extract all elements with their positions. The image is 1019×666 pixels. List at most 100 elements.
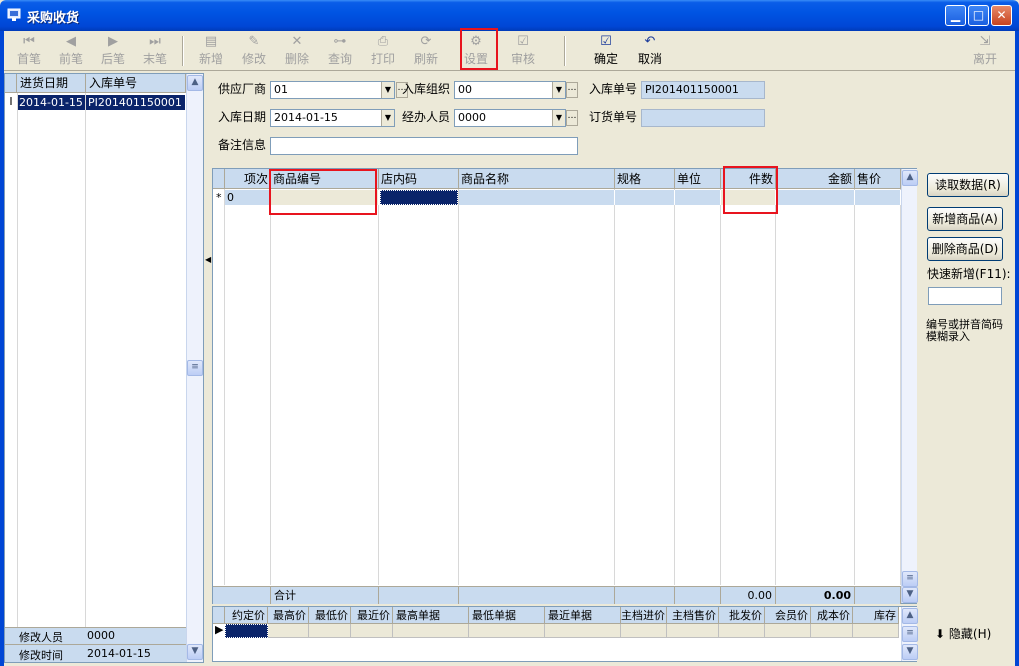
org-select[interactable]: 00 ▼ — [454, 81, 566, 99]
collapse-arrow-icon[interactable]: ◀ — [205, 255, 211, 264]
scroll-up-icon[interactable]: ▲ — [187, 75, 203, 91]
col-header-price[interactable]: 售价 — [855, 169, 901, 189]
remark-label: 备注信息 — [218, 138, 267, 152]
col-header-max-price[interactable]: 最高价 — [268, 607, 309, 624]
dropdown-arrow-icon[interactable]: ▼ — [552, 110, 565, 126]
col-header-member-price[interactable]: 会员价 — [765, 607, 811, 624]
dropdown-arrow-icon[interactable]: ▼ — [552, 82, 565, 98]
list-scrollbar[interactable]: ▲ ≡ ▼ — [186, 74, 203, 662]
cell-wholesale[interactable] — [719, 624, 765, 638]
first-record-button[interactable]: ⏮ 首笔 — [8, 34, 50, 68]
col-header-product-name[interactable]: 商品名称 — [459, 169, 615, 189]
grid-scrollbar[interactable]: ▲ ≡ ▼ — [901, 169, 918, 603]
col-header-item-no[interactable]: 项次 — [225, 169, 271, 189]
cell-agreed-price[interactable] — [225, 624, 268, 638]
cell-amount[interactable] — [776, 190, 855, 205]
delete-button[interactable]: ✕ 删除 — [276, 34, 318, 68]
col-header-unit[interactable]: 单位 — [675, 169, 721, 189]
receipt-form: 供应厂商 01 ▼ … 入库组织 00 ▼ … 入库单号 PI20140115000… — [212, 73, 1015, 165]
title-bar[interactable]: 采购收货 ▁ □ ✕ — [0, 0, 1019, 31]
refresh-button[interactable]: ⟳ 刷新 — [405, 34, 447, 68]
new-button[interactable]: ▤ 新增 — [190, 34, 232, 68]
panel-splitter[interactable]: ◀ — [205, 73, 211, 663]
col-header-store-code[interactable]: 店内码 — [379, 169, 459, 189]
scroll-thumb[interactable]: ≡ — [902, 626, 918, 642]
cell-unit[interactable] — [675, 190, 721, 205]
maximize-button[interactable]: □ — [968, 5, 989, 26]
hide-button[interactable]: ⬇ 隐藏(H) — [935, 625, 991, 642]
col-header-master-cost[interactable]: 主档进价 — [621, 607, 667, 624]
scroll-down-icon[interactable]: ▼ — [902, 587, 918, 603]
col-header-min-doc[interactable]: 最低单据 — [469, 607, 545, 624]
cell-stock[interactable] — [853, 624, 899, 638]
col-header-receipt-no[interactable]: 入库单号 — [86, 74, 186, 93]
list-cell-date[interactable]: 2014-01-15 — [17, 95, 85, 110]
cell-store-code[interactable] — [380, 190, 458, 205]
goods-grid[interactable]: 项次 商品编号 店内码 商品名称 规格 单位 件数 金额 售价 * 0 合计 0… — [212, 166, 918, 604]
col-header-spec[interactable]: 规格 — [615, 169, 675, 189]
cell-master-sale[interactable] — [667, 624, 719, 638]
delete-product-button[interactable]: 删除商品(D) — [927, 237, 1003, 261]
bottom-grid-scrollbar[interactable]: ▲ ≡ ▼ — [901, 607, 918, 661]
remark-input[interactable] — [270, 137, 578, 155]
cancel-button[interactable]: ↶ 取消 — [629, 34, 671, 68]
cell-master-cost[interactable] — [621, 624, 667, 638]
col-header-wholesale[interactable]: 批发价 — [719, 607, 765, 624]
org-browse-button[interactable]: … — [566, 82, 578, 98]
col-header-min-price[interactable]: 最低价 — [309, 607, 351, 624]
close-button[interactable]: ✕ — [991, 5, 1012, 26]
col-header-agreed-price[interactable]: 约定价 — [225, 607, 268, 624]
scroll-down-icon[interactable]: ▼ — [187, 644, 203, 660]
query-button[interactable]: ⊶ 查询 — [319, 34, 361, 68]
footer-blank — [615, 586, 675, 604]
cell-member-price[interactable] — [765, 624, 811, 638]
col-divider — [271, 189, 379, 585]
col-header-last-price[interactable]: 最近价 — [351, 607, 393, 624]
audit-button[interactable]: ☑ 审核 — [502, 34, 544, 68]
col-header-date[interactable]: 进货日期 — [17, 74, 86, 93]
confirm-button[interactable]: ☑ 确定 — [585, 34, 627, 68]
cell-last-price[interactable] — [351, 624, 393, 638]
list-cell-receipt-no[interactable]: PI201401150001 — [86, 95, 185, 110]
dropdown-arrow-icon[interactable]: ▼ — [381, 82, 394, 98]
supplier-select[interactable]: 01 ▼ — [270, 81, 395, 99]
handler-select[interactable]: 0000 ▼ — [454, 109, 566, 127]
dropdown-arrow-icon[interactable]: ▼ — [381, 110, 394, 126]
cell-item-no[interactable]: 0 — [225, 190, 271, 205]
scroll-down-icon[interactable]: ▼ — [902, 644, 918, 660]
quick-add-input[interactable] — [928, 287, 1002, 305]
scroll-up-icon[interactable]: ▲ — [902, 608, 918, 624]
cell-product-name[interactable] — [459, 190, 615, 205]
cell-max-price[interactable] — [268, 624, 309, 638]
col-header-max-doc[interactable]: 最高单据 — [393, 607, 469, 624]
handler-browse-button[interactable]: … — [566, 110, 578, 126]
cell-last-doc[interactable] — [545, 624, 621, 638]
prev-record-button[interactable]: ◀ 前笔 — [50, 34, 92, 68]
exit-button[interactable]: ⇲ 离开 — [964, 34, 1006, 68]
cell-max-doc[interactable] — [393, 624, 469, 638]
cell-spec[interactable] — [615, 190, 675, 205]
scroll-thumb[interactable]: ≡ — [187, 360, 203, 376]
date-picker[interactable]: 2014-01-15 ▼ — [270, 109, 395, 127]
cell-min-doc[interactable] — [469, 624, 545, 638]
col-header-last-doc[interactable]: 最近单据 — [545, 607, 621, 624]
fetch-data-button[interactable]: 读取数据(R) — [927, 173, 1009, 197]
add-product-button[interactable]: 新增商品(A) — [927, 207, 1003, 231]
receipt-list[interactable]: 进货日期 入库单号 I 2014-01-15 PI201401150001 ▲ … — [4, 73, 204, 663]
edit-button[interactable]: ✎ 修改 — [233, 34, 275, 68]
col-header-master-sale[interactable]: 主档售价 — [667, 607, 719, 624]
action-panel: 读取数据(R) 新增商品(A) 删除商品(D) 快速新增(F11): 编号或拼音… — [919, 168, 1015, 604]
last-record-button[interactable]: ⏭ 末笔 — [134, 34, 176, 68]
col-header-stock[interactable]: 库存 — [853, 607, 899, 624]
scroll-thumb[interactable]: ≡ — [902, 571, 918, 587]
col-header-cost-price[interactable]: 成本价 — [811, 607, 853, 624]
scroll-up-icon[interactable]: ▲ — [902, 170, 918, 186]
cell-cost-price[interactable] — [811, 624, 853, 638]
price-history-grid[interactable]: 约定价 最高价 最低价 最近价 最高单据 最低单据 最近单据 主档进价 主档售价… — [212, 606, 918, 662]
cell-price[interactable] — [855, 190, 901, 205]
cell-min-price[interactable] — [309, 624, 351, 638]
print-button[interactable]: ⎙ 打印 — [362, 34, 404, 68]
minimize-button[interactable]: ▁ — [945, 5, 966, 26]
col-header-amount[interactable]: 金额 — [776, 169, 855, 189]
next-record-button[interactable]: ▶ 后笔 — [92, 34, 134, 68]
